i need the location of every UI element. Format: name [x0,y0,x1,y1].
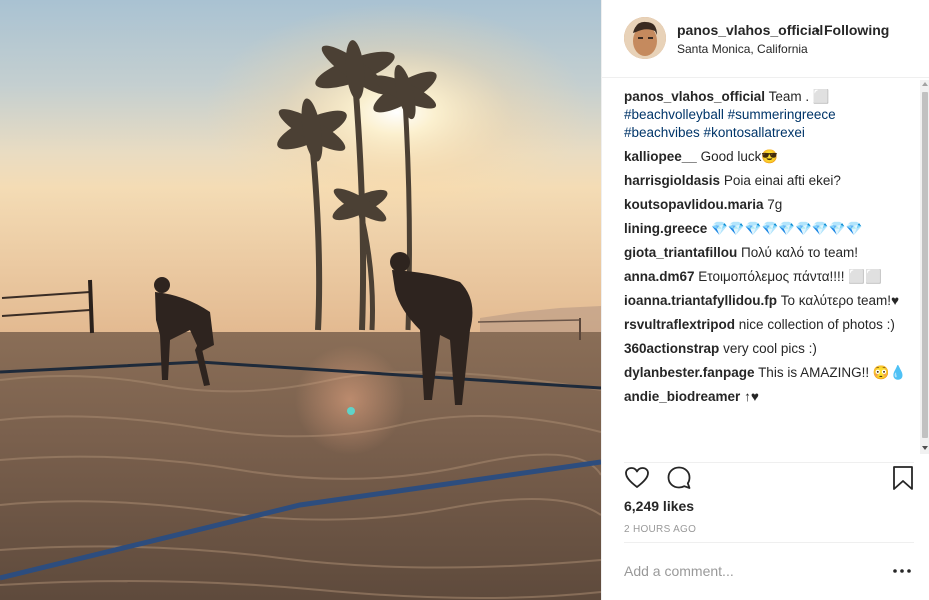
comment-bubble-icon[interactable] [666,465,692,491]
bookmark-icon[interactable] [892,465,914,491]
post-location[interactable]: Santa Monica, California [677,42,808,56]
list-item: 360actionstrap very cool pics :) [624,340,907,358]
list-item: lining.greece 💎💎💎💎💎💎💎💎💎 [624,220,907,238]
comment-username[interactable]: 360actionstrap [624,341,719,356]
comment-username[interactable]: harrisgioldasis [624,173,720,188]
list-item: ioanna.triantafyllidou.fp Το καλύτερο te… [624,292,907,310]
heart-icon[interactable] [624,465,650,491]
comment-username[interactable]: dylanbester.fanpage [624,365,755,380]
follow-status-button[interactable]: Following [824,22,889,38]
comment-username[interactable]: ioanna.triantafyllidou.fp [624,293,777,308]
comment-username[interactable]: rsvultraflextripod [624,317,735,332]
list-item: andie_biodreamer ↑♥ [624,388,907,406]
scroll-up-arrow-icon[interactable] [922,82,928,86]
list-item: dylanbester.fanpage This is AMAZING!! 😳💧 [624,364,907,382]
list-item: anna.dm67 Ετοιμοπόλεμος πάντα!!!! ⬜⬜ [624,268,907,286]
comment-text: This is AMAZING!! 😳💧 [758,365,907,380]
list-item: koutsopavlidou.maria 7g [624,196,907,214]
comment-text: nice collection of photos :) [738,317,895,332]
post-photo[interactable] [0,0,601,600]
comment-text: 💎💎💎💎💎💎💎💎💎 [711,221,863,236]
list-item: giota_triantafillou Πολύ καλό το team! [624,244,907,262]
post-sidebar: panos_vlahos_official • Following Santa … [601,0,929,600]
comment-username[interactable]: anna.dm67 [624,269,695,284]
post-actions [624,462,914,492]
comment-input[interactable] [624,561,874,581]
comment-username[interactable]: panos_vlahos_official [624,89,765,104]
likes-count[interactable]: 6,249 likes [624,498,694,514]
scroll-thumb[interactable] [922,92,928,438]
comment-username[interactable]: kalliopee__ [624,149,697,164]
comments-list[interactable]: panos_vlahos_official Team . ⬜ #beachvol… [624,88,907,454]
post-username[interactable]: panos_vlahos_official [677,22,823,38]
list-item: kalliopee__ Good luck😎 [624,148,907,166]
comment-username[interactable]: lining.greece [624,221,707,236]
beach-volleyball-photo [0,0,601,600]
more-options-icon[interactable] [892,563,912,579]
comment-text: Ετοιμοπόλεμος πάντα!!!! ⬜⬜ [698,269,882,284]
comment-text: very cool pics :) [723,341,817,356]
comment-text: ↑♥ [744,389,759,404]
list-item: rsvultraflextripod nice collection of ph… [624,316,907,334]
list-item: harrisgioldasis Poia einai afti ekei? [624,172,907,190]
comment-text: Poia einai afti ekei? [723,173,841,188]
avatar[interactable] [624,17,666,59]
comment-username[interactable]: andie_biodreamer [624,389,740,404]
add-comment-bar [624,542,914,600]
comment-text: Team . ⬜ [768,89,830,104]
comment-text: Good luck😎 [700,149,779,164]
scroll-down-arrow-icon[interactable] [922,446,928,450]
comment-username[interactable]: koutsopavlidou.maria [624,197,764,212]
caption: panos_vlahos_official Team . ⬜ #beachvol… [624,88,907,142]
post-timestamp[interactable]: 2 HOURS AGO [624,524,696,535]
comment-username[interactable]: giota_triantafillou [624,245,737,260]
comment-text: Το καλύτερο team!♥ [780,293,900,308]
comments-scrollbar[interactable] [920,80,929,454]
comment-text: 7g [767,197,783,212]
caption-hashtags[interactable]: #beachvolleyball #summeringreece #beachv… [624,107,836,140]
post-header: panos_vlahos_official • Following Santa … [602,0,929,78]
separator-dot: • [815,22,820,38]
comment-text: Πολύ καλό το team! [741,245,858,260]
